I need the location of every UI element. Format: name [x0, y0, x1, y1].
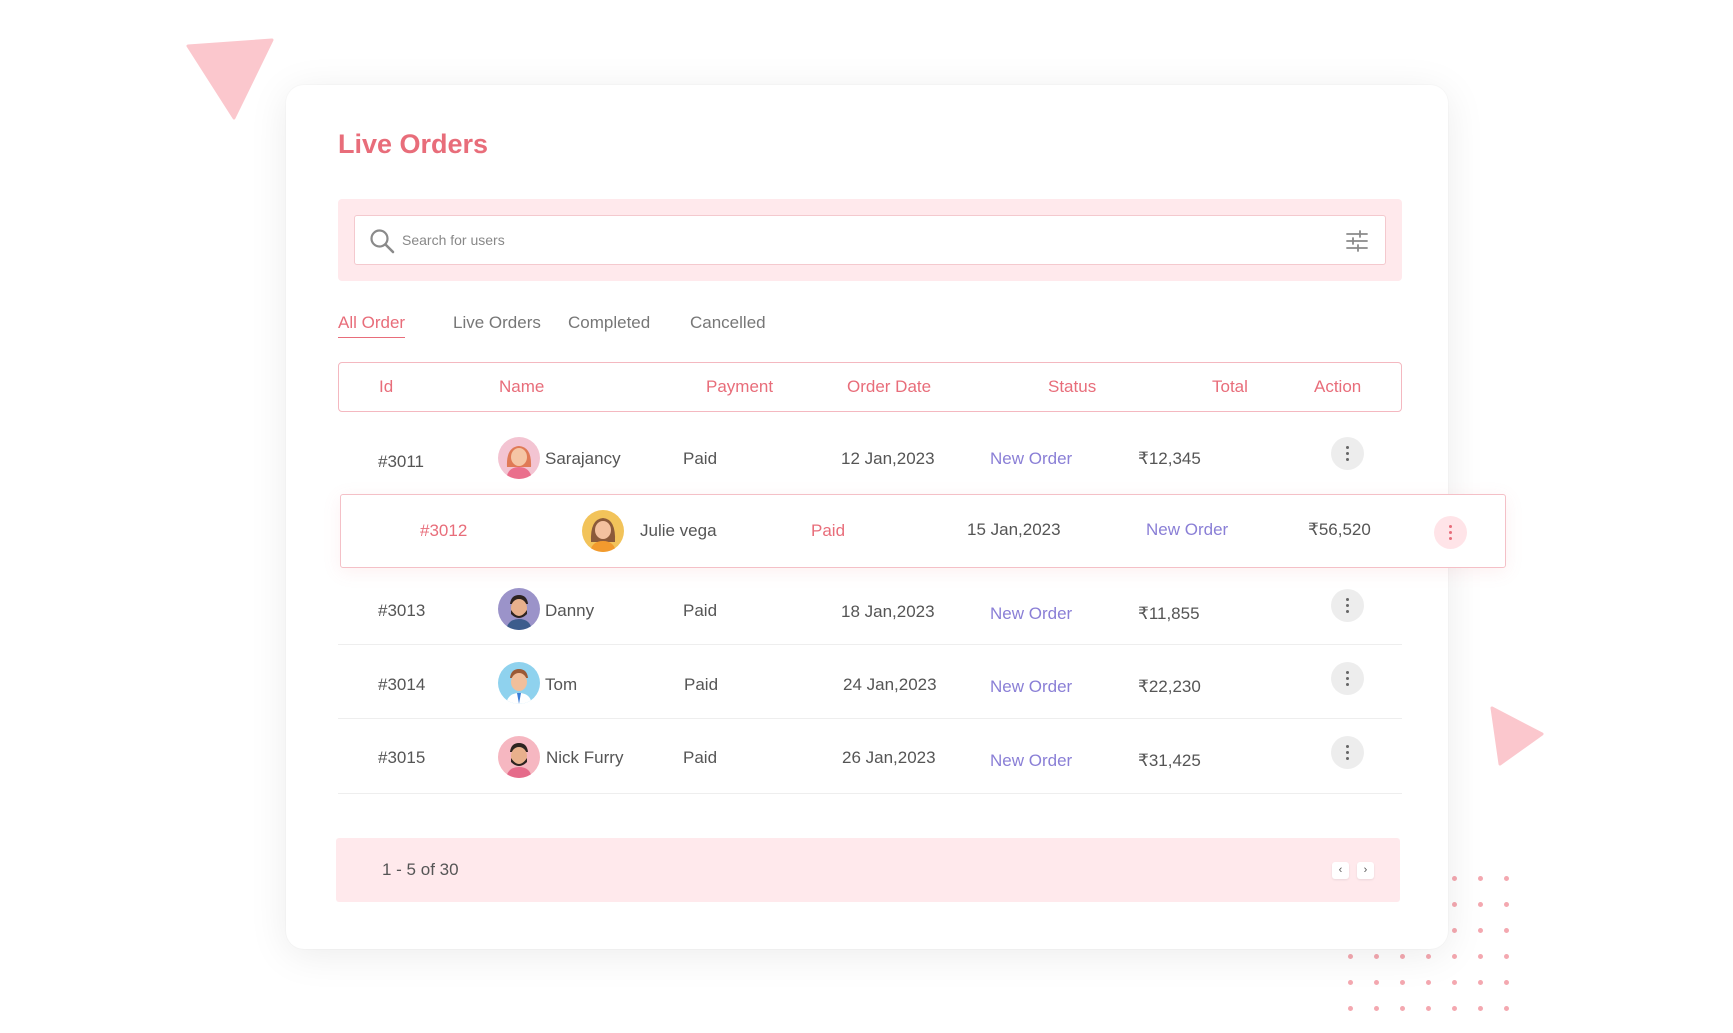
decorative-dot	[1478, 954, 1483, 959]
decorative-dot	[1504, 980, 1509, 985]
page-title: Live Orders	[338, 129, 489, 159]
decorative-dot	[1400, 954, 1405, 959]
order-date: 12 Jan,2023	[841, 449, 935, 468]
decorative-dot	[1504, 928, 1509, 933]
search-bar	[338, 199, 1402, 281]
decorative-dot	[1452, 954, 1457, 959]
man-beard-avatar	[498, 588, 540, 630]
decorative-dot	[1426, 980, 1431, 985]
decorative-dot	[1348, 980, 1353, 985]
column-header-id[interactable]: Id	[379, 377, 393, 397]
tab-live-orders[interactable]: Live Orders	[453, 313, 541, 333]
decorative-triangle	[186, 38, 274, 120]
payment-status: Paid	[811, 521, 846, 540]
decorative-dot	[1504, 954, 1509, 959]
pagination-bar: 1 - 5 of 30 ‹ ›	[336, 838, 1400, 902]
decorative-dot	[1478, 980, 1483, 985]
row-actions-menu-button[interactable]	[1434, 516, 1467, 549]
decorative-dot	[1426, 954, 1431, 959]
row-actions-menu-button[interactable]	[1331, 736, 1364, 769]
payment-status: Paid	[683, 601, 718, 620]
man-blue-avatar	[498, 662, 540, 704]
order-total: ₹22,230	[1138, 677, 1201, 696]
table-row[interactable]: #3013 Danny Paid 18 Jan,2023 New Order ₹…	[338, 571, 1402, 645]
decorative-dot	[1348, 1006, 1353, 1011]
decorative-dot	[1374, 1006, 1379, 1011]
search-box	[354, 215, 1386, 265]
decorative-dot	[1348, 954, 1353, 959]
man-beard-pink-avatar	[498, 736, 540, 778]
woman-redhair-avatar	[498, 437, 540, 479]
decorative-dot	[1426, 1006, 1431, 1011]
order-id: #3015	[378, 748, 426, 767]
payment-status: Paid	[683, 449, 718, 468]
row-actions-menu-button[interactable]	[1331, 437, 1364, 470]
order-status: New Order	[990, 751, 1073, 770]
order-id: #3012	[420, 521, 468, 540]
tab-cancelled[interactable]: Cancelled	[690, 313, 766, 333]
decorative-dot	[1478, 876, 1483, 881]
row-actions-menu-button[interactable]	[1331, 589, 1364, 622]
decorative-dot	[1400, 1006, 1405, 1011]
decorative-dot	[1504, 876, 1509, 881]
row-actions-menu-button[interactable]	[1331, 662, 1364, 695]
decorative-dot	[1504, 902, 1509, 907]
order-total: ₹31,425	[1138, 751, 1201, 770]
column-header-total[interactable]: Total	[1212, 377, 1248, 397]
table-row[interactable]: #3015 Nick Furry Paid 26 Jan,2023 New Or…	[338, 720, 1402, 794]
table-header: Id Name Payment Order Date Status Total …	[338, 362, 1402, 412]
order-id: #3014	[378, 675, 426, 694]
filter-sliders-icon[interactable]	[1345, 229, 1369, 253]
table-row[interactable]: #3014 Tom Paid 24 Jan,2023 New Order ₹22…	[338, 645, 1402, 719]
decorative-triangle	[1490, 706, 1544, 766]
order-status: New Order	[990, 449, 1073, 468]
next-page-button[interactable]: ›	[1357, 862, 1374, 879]
tab-completed[interactable]: Completed	[568, 313, 650, 333]
column-header-action[interactable]: Action	[1314, 377, 1361, 397]
decorative-dot	[1374, 980, 1379, 985]
order-status: New Order	[990, 604, 1073, 623]
decorative-dot	[1478, 928, 1483, 933]
search-input[interactable]	[402, 226, 1302, 254]
search-icon	[370, 229, 395, 254]
order-total: ₹11,855	[1138, 604, 1200, 623]
previous-page-button[interactable]: ‹	[1332, 862, 1349, 879]
column-header-status[interactable]: Status	[1048, 377, 1096, 397]
order-id: #3011	[378, 452, 425, 471]
order-date: 18 Jan,2023	[841, 602, 935, 621]
customer-name: Tom	[545, 675, 578, 694]
column-header-name[interactable]: Name	[499, 377, 544, 397]
decorative-dot	[1478, 902, 1483, 907]
tab-all-order[interactable]: All Order	[338, 313, 406, 338]
order-total: ₹12,345	[1138, 449, 1201, 468]
decorative-dot	[1400, 980, 1405, 985]
customer-name: Julie vega	[640, 521, 717, 540]
order-status: New Order	[990, 677, 1073, 696]
payment-status: Paid	[684, 675, 719, 694]
customer-name: Nick Furry	[546, 748, 624, 767]
order-date: 26 Jan,2023	[842, 748, 936, 767]
payment-status: Paid	[683, 748, 718, 767]
customer-name: Sarajancy	[545, 449, 621, 468]
order-total: ₹56,520	[1308, 520, 1371, 539]
decorative-dot	[1452, 1006, 1457, 1011]
order-status: New Order	[1146, 520, 1229, 539]
woman-brownhair-avatar	[582, 510, 624, 552]
table-row-highlighted[interactable]: #3012 Julie vega Paid 15 Jan,2023 New Or…	[340, 494, 1506, 568]
order-id: #3013	[378, 601, 426, 620]
order-date: 24 Jan,2023	[843, 675, 937, 694]
order-date: 15 Jan,2023	[967, 520, 1061, 539]
decorative-dot	[1452, 876, 1457, 881]
column-header-order-date[interactable]: Order Date	[847, 377, 931, 397]
decorative-dot	[1452, 980, 1457, 985]
decorative-dot	[1374, 954, 1379, 959]
table-row[interactable]: #3011 Sarajancy Paid 12 Jan,2023 New Ord…	[338, 419, 1402, 493]
decorative-dot	[1478, 1006, 1483, 1011]
decorative-dot	[1504, 1006, 1509, 1011]
customer-name: Danny	[545, 601, 595, 620]
column-header-payment[interactable]: Payment	[706, 377, 773, 397]
decorative-dot	[1452, 928, 1457, 933]
pagination-summary: 1 - 5 of 30	[382, 860, 459, 879]
decorative-dot	[1452, 902, 1457, 907]
